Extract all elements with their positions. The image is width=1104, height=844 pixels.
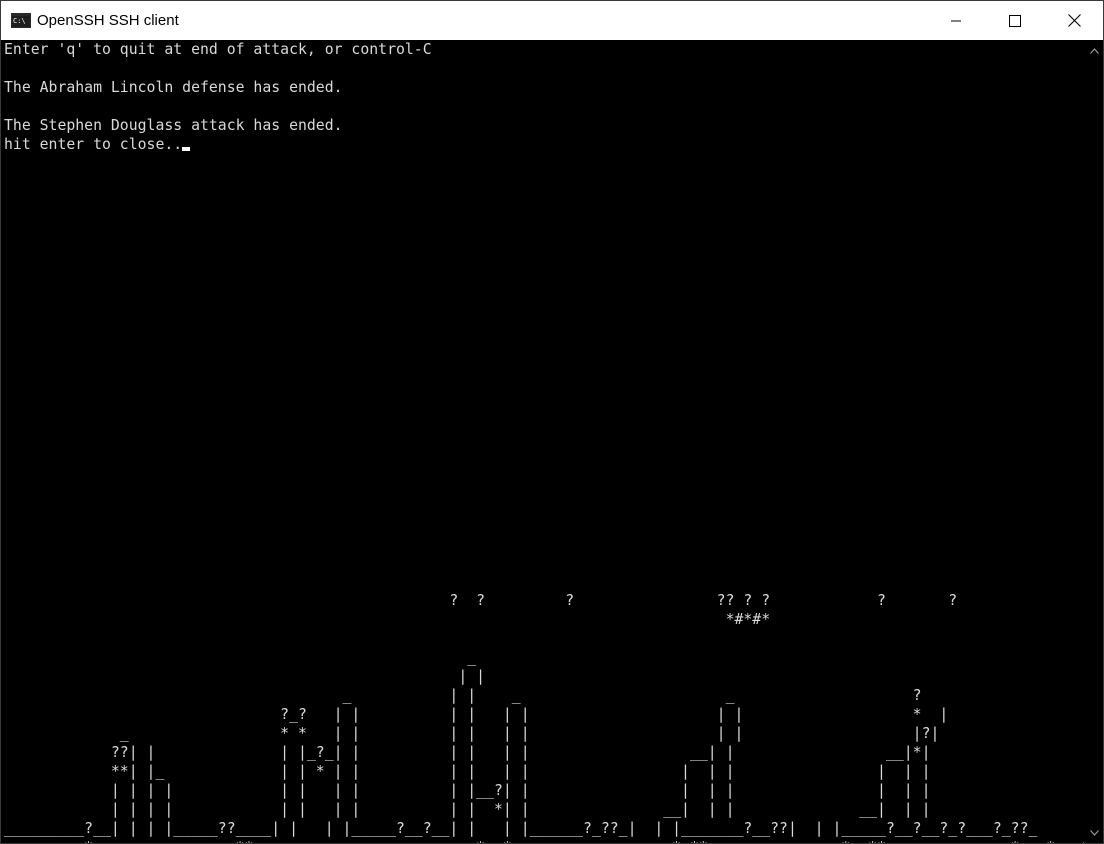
terminal-output[interactable]: Enter 'q' to quit at end of attack, or c… bbox=[4, 40, 1084, 843]
terminal-prompt-text: hit enter to close.. bbox=[4, 136, 183, 153]
minimize-button[interactable] bbox=[927, 1, 985, 40]
vertical-scrollbar[interactable] bbox=[1086, 40, 1103, 843]
terminal-art-line: _________?__| | | |_____??____| | | |___… bbox=[4, 820, 1038, 837]
minimize-icon bbox=[951, 20, 961, 21]
terminal-art-line: * ** * * * ** * ** * * * * * ** bbox=[4, 838, 1084, 843]
close-button[interactable] bbox=[1045, 1, 1103, 40]
terminal-art-line: | | | | | | | | | | *| | __| | | __| | | bbox=[4, 801, 931, 818]
ssh-client-window: C:\ OpenSSH SSH client Enter 'q' to quit… bbox=[0, 0, 1104, 844]
terminal-art-line: *#*#* bbox=[4, 611, 771, 628]
title-bar[interactable]: C:\ OpenSSH SSH client bbox=[1, 1, 1103, 40]
scroll-down-button[interactable] bbox=[1086, 824, 1103, 841]
scroll-down-icon bbox=[1090, 829, 1099, 836]
maximize-button[interactable] bbox=[986, 1, 1044, 40]
window-title: OpenSSH SSH client bbox=[37, 12, 179, 29]
terminal-art-line: | | | | | | | | | |__?| | | | | | | | bbox=[4, 782, 931, 799]
scroll-up-icon bbox=[1090, 47, 1099, 54]
terminal-art-line: _ bbox=[4, 649, 477, 666]
scroll-up-button[interactable] bbox=[1086, 42, 1103, 59]
terminal-art-line: _ | | _ _ ? bbox=[4, 687, 922, 704]
close-icon bbox=[1067, 14, 1081, 27]
terminal-line: The Abraham Lincoln defense has ended. bbox=[4, 79, 343, 96]
terminal-art-line: _ * * | | | | | | | | |?| bbox=[4, 725, 940, 742]
text-cursor bbox=[182, 147, 191, 151]
terminal-art-line: ??| | | |_?_| | | | | | __| | __|*| bbox=[4, 744, 931, 761]
terminal-prompt-line: hit enter to close.. bbox=[4, 135, 191, 154]
terminal-art-line: ? ? ? ?? ? ? ? ? bbox=[4, 592, 958, 609]
console-icon: C:\ bbox=[11, 13, 31, 28]
terminal-line: The Stephen Douglass attack has ended. bbox=[4, 117, 343, 134]
terminal-line: Enter 'q' to quit at end of attack, or c… bbox=[4, 41, 432, 58]
terminal-art-line: | | bbox=[4, 668, 486, 685]
maximize-icon bbox=[1009, 14, 1021, 27]
terminal-art-line: **| |_ | | * | | | | | | | | | | | | bbox=[4, 763, 931, 780]
terminal-art-line: ?_? | | | | | | | | * | bbox=[4, 706, 949, 723]
